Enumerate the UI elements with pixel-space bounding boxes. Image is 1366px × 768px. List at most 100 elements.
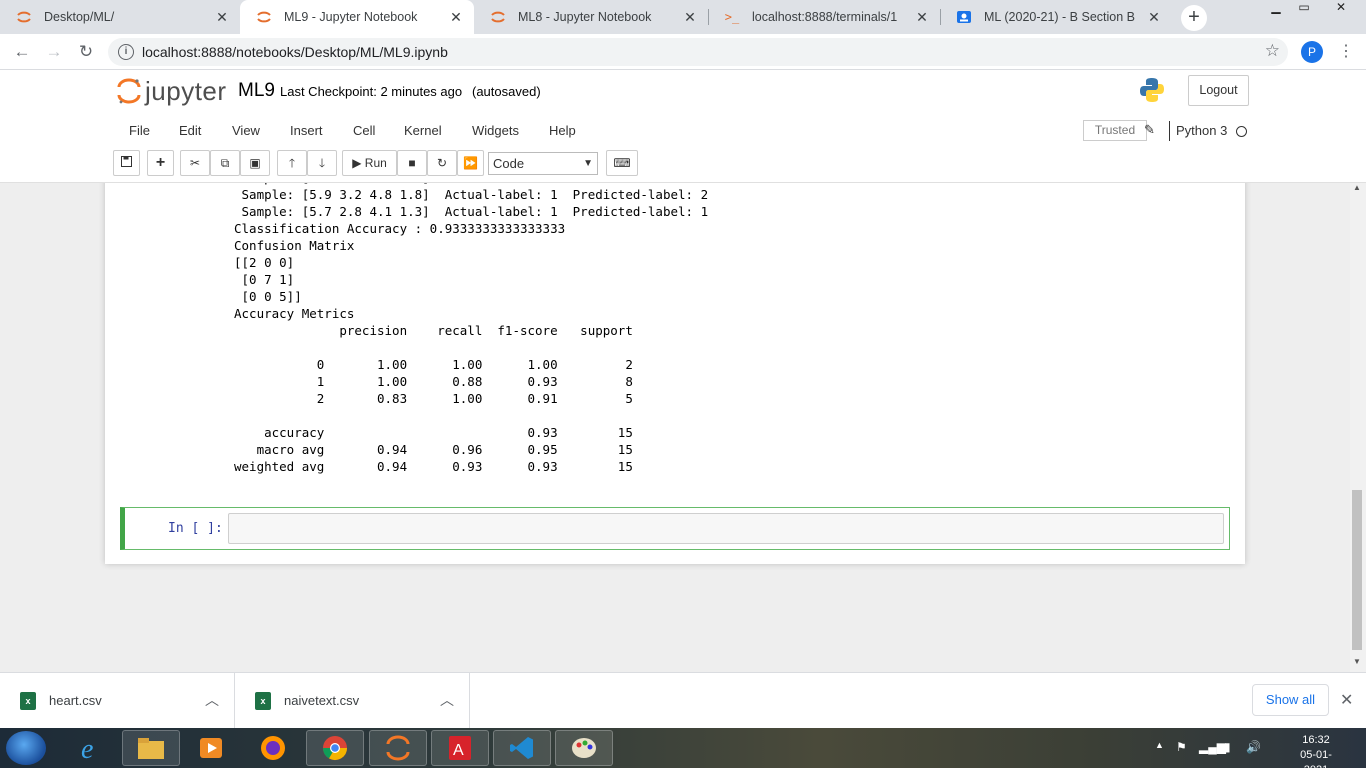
scrollbar-thumb[interactable] [1352, 490, 1362, 650]
paint-icon[interactable] [555, 730, 613, 766]
notebook-scroll-area[interactable]: Sample: [5.5 2.5 4. 1.3] Actual-label: 1… [0, 183, 1366, 672]
flag-icon[interactable]: ⚑ [1176, 740, 1187, 754]
tab-title: localhost:8888/terminals/1 [752, 10, 898, 24]
url-omnibox[interactable]: i localhost:8888/notebooks/Desktop/ML/ML… [108, 38, 1288, 66]
move-down-button[interactable]: 🡓 [307, 150, 337, 176]
scroll-up-icon[interactable]: ▲ [1353, 183, 1361, 192]
jupyter-app-icon[interactable] [369, 730, 427, 766]
network-signal-icon[interactable]: ▂▄▆ [1199, 740, 1226, 754]
vscode-icon[interactable] [493, 730, 551, 766]
media-player-icon[interactable] [182, 730, 240, 766]
start-button[interactable] [6, 731, 46, 765]
cut-button[interactable]: ✂ [180, 150, 210, 176]
bookmark-star-icon[interactable]: ☆ [1265, 41, 1280, 61]
output-line: Accuracy Metrics [234, 306, 355, 321]
autosave-status: (autosaved) [472, 84, 541, 99]
empty-code-cell[interactable]: In [ ]: [120, 507, 1230, 550]
browser-menu-icon[interactable]: ⋮ [1338, 42, 1354, 62]
jupyter-orange-icon [490, 9, 506, 25]
new-tab-button[interactable]: + [1181, 5, 1207, 31]
url-text[interactable]: localhost:8888/notebooks/Desktop/ML/ML9.… [142, 44, 448, 60]
restart-run-all-button[interactable]: ⏩ [457, 150, 484, 176]
browser-tab-ml8[interactable]: ML8 - Jupyter Notebook ✕ [474, 0, 708, 34]
terminal-icon: >_ [724, 10, 740, 24]
chevron-down-icon: ▼ [583, 158, 593, 169]
profile-avatar[interactable]: P [1301, 41, 1323, 63]
menu-edit[interactable]: Edit [179, 123, 201, 138]
browser-tab-ml9[interactable]: ML9 - Jupyter Notebook ✕ [240, 0, 474, 34]
output-line: [0 7 1] [234, 272, 295, 287]
scissors-icon: ✂ [189, 156, 201, 170]
acrobat-reader-icon[interactable]: A [431, 730, 489, 766]
jupyter-logo-icon [117, 78, 141, 104]
close-tab-icon[interactable]: ✕ [914, 9, 930, 26]
back-arrow-icon[interactable]: ← [10, 40, 34, 64]
svg-text:e: e [81, 734, 93, 763]
chevron-up-icon[interactable]: ︿ [205, 690, 219, 710]
file-explorer-icon[interactable] [122, 730, 180, 766]
menu-widgets[interactable]: Widgets [472, 123, 519, 138]
restart-button[interactable]: ↻ [427, 150, 457, 176]
show-all-downloads-button[interactable]: Show all [1252, 684, 1329, 716]
save-button[interactable] [113, 150, 140, 176]
speaker-icon[interactable]: 🔊 [1246, 740, 1261, 754]
run-button[interactable]: ▶ Run [342, 150, 397, 176]
browser-tab-classroom[interactable]: ML (2020-21) - B Section B ✕ [940, 0, 1172, 34]
minimize-button[interactable]: ▁ [1262, 0, 1290, 20]
close-window-button[interactable]: ✕ [1318, 0, 1364, 20]
scroll-down-icon[interactable]: ▼ [1353, 657, 1361, 666]
site-info-icon[interactable]: i [118, 44, 134, 60]
run-label: Run [364, 156, 387, 170]
browser-tab-terminal[interactable]: >_ localhost:8888/terminals/1 ✕ [708, 0, 940, 34]
address-bar: ← → ↻ i localhost:8888/notebooks/Desktop… [0, 34, 1366, 70]
cell-type-select[interactable]: Code ▼ [488, 152, 598, 175]
close-tab-icon[interactable]: ✕ [448, 9, 464, 26]
jupyter-logo[interactable]: jupyter [117, 76, 227, 106]
download-item[interactable]: x heart.csv ︿ [0, 673, 235, 729]
close-tab-icon[interactable]: ✕ [682, 9, 698, 26]
insert-cell-button[interactable]: + [147, 150, 174, 176]
download-shelf: x heart.csv ︿ x naivetext.csv ︿ Show all… [0, 672, 1366, 729]
menu-cell[interactable]: Cell [353, 123, 375, 138]
kernel-name: Python 3 [1176, 123, 1228, 138]
download-item[interactable]: x naivetext.csv ︿ [235, 673, 470, 729]
output-line: macro avg 0.94 0.96 0.95 15 [234, 442, 633, 457]
browser-tab-desktop-ml[interactable]: Desktop/ML/ ✕ [0, 0, 240, 34]
menu-view[interactable]: View [232, 123, 260, 138]
chevron-up-icon[interactable]: ︿ [440, 690, 454, 710]
firefox-icon[interactable] [244, 730, 302, 766]
close-tab-icon[interactable]: ✕ [1146, 9, 1162, 26]
menu-file[interactable]: File [129, 123, 150, 138]
trusted-indicator[interactable]: Trusted [1083, 120, 1147, 141]
command-palette-button[interactable]: ⌨ [606, 150, 638, 176]
menu-kernel[interactable]: Kernel [404, 123, 442, 138]
show-hidden-icons-chevron-icon[interactable]: ▲ [1155, 740, 1164, 750]
excel-csv-icon: x [255, 692, 271, 710]
output-line: [0 0 5]] [234, 289, 302, 304]
kernel-idle-indicator-icon [1236, 126, 1247, 137]
code-input[interactable] [228, 513, 1224, 544]
interrupt-button[interactable]: ■ [397, 150, 427, 176]
system-clock[interactable]: 16:32 05-01-2021 [1288, 733, 1344, 768]
close-tab-icon[interactable]: ✕ [214, 9, 230, 26]
copy-button[interactable]: ⧉ [210, 150, 240, 176]
close-icon[interactable]: ✕ [1340, 690, 1353, 710]
move-up-button[interactable]: 🡑 [277, 150, 307, 176]
battery-icon[interactable]: ▮ [1224, 740, 1231, 754]
keyboard-icon: ⌨ [613, 156, 631, 170]
tab-title: Desktop/ML/ [44, 10, 115, 24]
notebook-name[interactable]: ML9 [238, 80, 275, 102]
output-line: [[2 0 0] [234, 255, 295, 270]
edit-mode-pencil-icon: ✎ [1144, 122, 1155, 137]
reload-icon[interactable]: ↻ [74, 40, 98, 64]
chrome-icon[interactable] [306, 730, 364, 766]
menu-help[interactable]: Help [549, 123, 576, 138]
logout-button[interactable]: Logout [1188, 75, 1249, 106]
page-scrollbar[interactable]: ▲ ▼ [1350, 183, 1366, 672]
menu-insert[interactable]: Insert [290, 123, 323, 138]
cell-output: Sample: [5.5 2.5 4. 1.3] Actual-label: 1… [234, 183, 708, 475]
maximize-button[interactable]: ▭ [1290, 0, 1318, 20]
forward-arrow-icon[interactable]: → [42, 40, 66, 64]
paste-button[interactable]: ▣ [240, 150, 270, 176]
internet-explorer-icon[interactable]: e [62, 730, 120, 766]
